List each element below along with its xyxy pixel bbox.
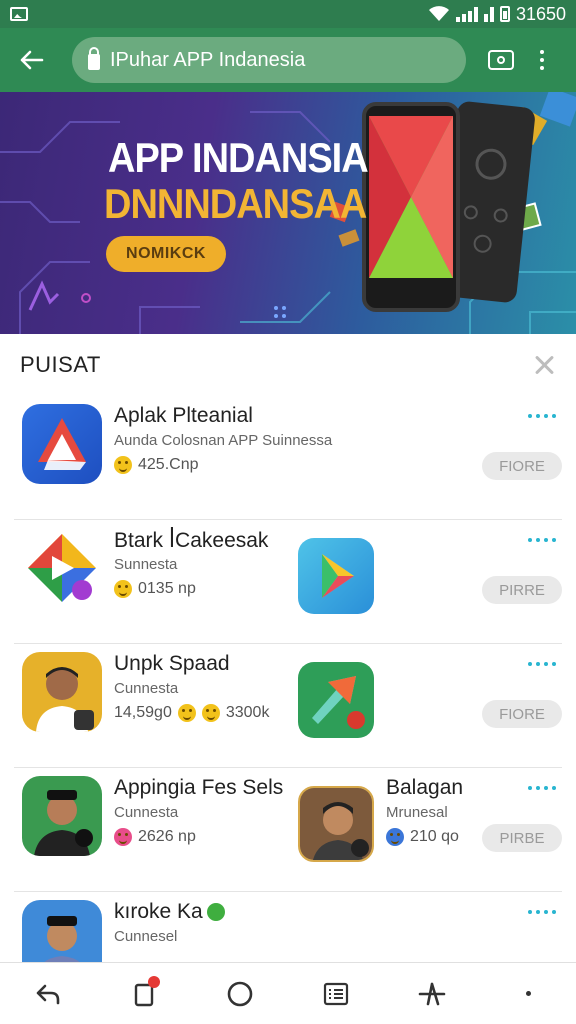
- play-store-icon[interactable]: [298, 538, 374, 614]
- more-dots-icon[interactable]: [528, 538, 556, 542]
- app-meta-2: 210 qo: [386, 828, 459, 846]
- gallery-icon: [10, 7, 28, 21]
- arrow-app-icon[interactable]: [298, 662, 374, 738]
- more-dots-icon[interactable]: [528, 662, 556, 666]
- emoji-icon: [114, 580, 132, 598]
- tabs-icon[interactable]: [124, 974, 164, 1014]
- app-name: kıroke Ka: [114, 900, 225, 924]
- more-dots-icon[interactable]: [528, 910, 556, 914]
- app-meta-value: 425.Cnp: [138, 456, 199, 473]
- action-button[interactable]: PIRBE: [482, 824, 562, 852]
- screenshot-icon[interactable]: [488, 50, 514, 70]
- info-icon: [386, 828, 404, 846]
- action-button[interactable]: FIORE: [482, 700, 562, 728]
- action-button[interactable]: FIORE: [482, 452, 562, 480]
- section-header: PUISAT: [0, 334, 576, 396]
- list-item[interactable]: Unpk Spaad Cunnesta 14,59g0 3300k FIORE: [14, 644, 562, 768]
- app-meta: 14,59g0 3300k: [114, 704, 269, 722]
- avatar[interactable]: [22, 776, 102, 856]
- app-meta: 0135 np: [114, 580, 196, 598]
- list-icon[interactable]: [316, 974, 356, 1014]
- app-meta-value: 2626 np: [138, 828, 196, 845]
- app-subtitle: Cunnesta: [114, 680, 179, 697]
- close-icon[interactable]: [532, 353, 556, 377]
- emoji-icon: [114, 456, 132, 474]
- url-bar[interactable]: IPuhar APP Indanesia: [72, 37, 466, 83]
- notification-badge: [148, 975, 160, 988]
- back-arrow-icon[interactable]: [12, 40, 52, 80]
- url-text: IPuhar APP Indanesia: [110, 48, 306, 71]
- list-item[interactable]: Btark ꟾCakeesak Sunnesta 0135 np PIRRE: [14, 520, 562, 644]
- overflow-menu-icon[interactable]: [540, 50, 544, 70]
- app-list: Aplak Plteanial Aunda Colosnan APP Suinn…: [0, 396, 576, 982]
- status-bar: 31650: [0, 0, 576, 28]
- app-meta-value-2: 3300k: [225, 704, 270, 721]
- more-dots-icon[interactable]: [528, 414, 556, 418]
- phone-front-image: [362, 102, 460, 312]
- app-meta-value: 14,59g0: [114, 704, 172, 721]
- browser-toolbar: IPuhar APP Indanesia: [0, 28, 576, 92]
- app-name: Aplak Plteanial: [114, 404, 253, 427]
- banner-button[interactable]: NOMIKCK: [106, 236, 226, 272]
- verified-icon: [206, 903, 225, 921]
- phone-screen-graphic: [369, 116, 453, 279]
- lock-icon: [88, 47, 100, 70]
- app-name: Appingia Fes Sels: [114, 776, 284, 799]
- emoji-icon: [177, 704, 196, 722]
- app-icon[interactable]: [22, 528, 102, 608]
- app-icon[interactable]: [22, 404, 102, 484]
- emoji-icon: [201, 704, 220, 722]
- home-icon[interactable]: [220, 974, 260, 1014]
- app-subtitle: Cunnesel: [114, 928, 178, 945]
- more-dots-icon[interactable]: [528, 786, 556, 790]
- banner-title: APP INDANSIA: [108, 135, 369, 183]
- heart-icon: [114, 828, 132, 846]
- section-title: PUISAT: [20, 352, 101, 377]
- promo-banner[interactable]: APP INDANSIA DNNNDANSAA NOMIKCK: [0, 92, 576, 334]
- app-name-text: kıroke Ka: [114, 900, 203, 923]
- app-meta: 2626 np: [114, 828, 196, 846]
- app-subtitle: Aunda Colosnan APP Suinnessa: [114, 432, 333, 449]
- app-subtitle: Sunnesta: [114, 556, 178, 573]
- avatar[interactable]: [298, 786, 374, 862]
- list-item[interactable]: Aplak Plteanial Aunda Colosnan APP Suinn…: [14, 396, 562, 520]
- list-item[interactable]: Appingia Fes Sels Cunnesta 2626 np Balag…: [14, 768, 562, 892]
- more-dot-icon[interactable]: [508, 974, 548, 1014]
- reply-icon[interactable]: [28, 974, 68, 1014]
- app-meta-value-2: 210 qo: [410, 828, 459, 845]
- bottom-navigation: [0, 962, 576, 1024]
- wifi-icon: [428, 6, 449, 21]
- signal-icon: [455, 6, 478, 22]
- banner-subtitle: DNNNDANSAA: [104, 181, 367, 229]
- app-meta: 425.Cnp: [114, 456, 199, 474]
- app-subtitle: Cunnesta: [114, 804, 179, 821]
- app-subtitle-2: Mrunesal: [386, 804, 448, 821]
- app-name: Unpk Spaad: [114, 652, 230, 675]
- battery-icon: [499, 6, 510, 22]
- app-name-2: Balagan: [386, 776, 464, 799]
- signal-icon-2: [483, 6, 494, 22]
- share-icon[interactable]: [412, 974, 452, 1014]
- action-button[interactable]: PIRRE: [482, 576, 562, 604]
- avatar[interactable]: [22, 652, 102, 732]
- app-meta-value: 0135 np: [138, 580, 196, 597]
- app-name: Btark ꟾCakeesak: [114, 529, 269, 552]
- status-time: 31650: [515, 3, 566, 24]
